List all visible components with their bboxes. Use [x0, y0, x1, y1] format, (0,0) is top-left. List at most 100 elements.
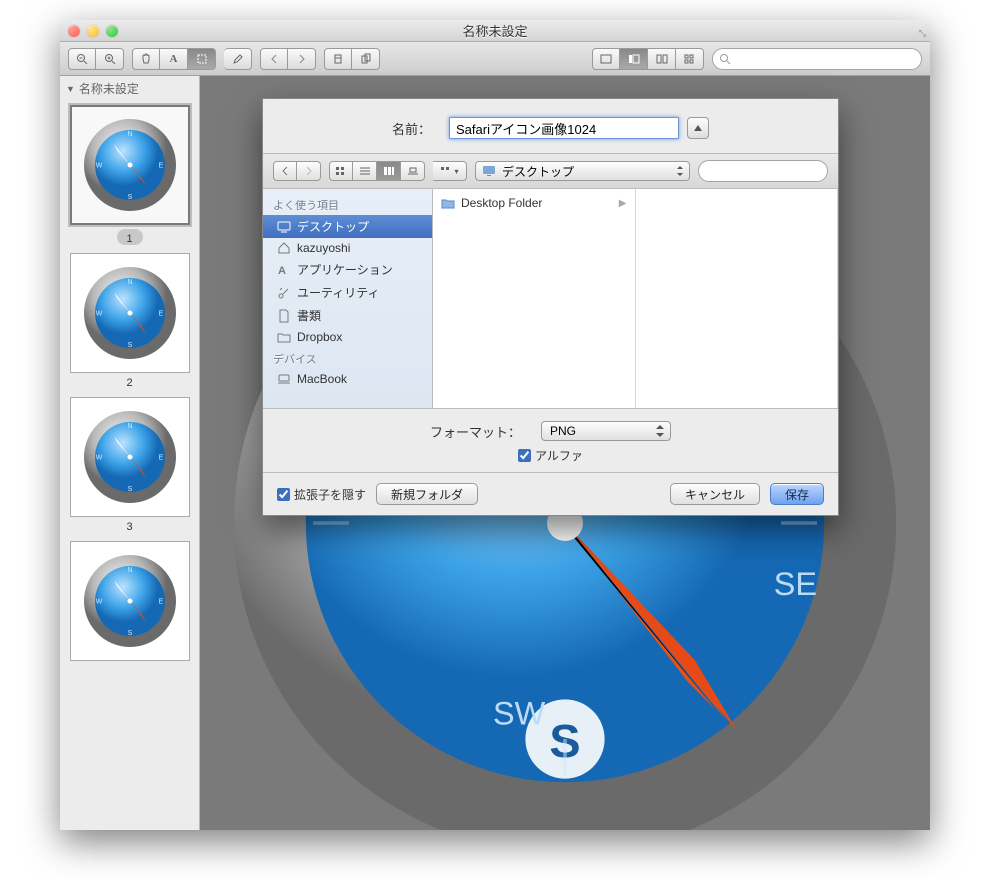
svg-text:N: N [127, 279, 132, 286]
svg-text:N: N [127, 423, 132, 430]
favorite-label: ユーティリティ [297, 284, 380, 301]
file-item[interactable]: Desktop Folder ▶ [433, 193, 635, 213]
svg-text:SE: SE [774, 566, 817, 602]
devices-header: デバイス [263, 347, 432, 369]
file-browser: よく使う項目 デスクトップkazuyoshi A アプリケーションユーティリティ書類… [263, 189, 838, 409]
favorite-label: アプリケーション [297, 261, 393, 278]
favorite-item[interactable]: デスクトップ [263, 215, 432, 238]
hide-extension-row[interactable]: 拡張子を隠す [277, 486, 366, 503]
svg-text:E: E [158, 311, 163, 318]
svg-text:E: E [158, 163, 163, 170]
triangle-up-icon [693, 124, 703, 132]
zoom-in-button[interactable] [96, 48, 124, 70]
favorite-item[interactable]: 書類 [263, 304, 432, 327]
format-value: PNG [550, 424, 576, 438]
sidebar-header[interactable]: ▼ 名称未設定 [60, 76, 199, 101]
search-icon [719, 53, 731, 65]
alpha-checkbox[interactable] [518, 449, 531, 462]
svg-text:N: N [127, 131, 132, 138]
hand-tool-button[interactable] [132, 48, 160, 70]
home-page-button[interactable] [324, 48, 352, 70]
text-tool-button[interactable]: A [160, 48, 188, 70]
cancel-button[interactable]: キャンセル [670, 483, 760, 505]
svg-text:S: S [127, 194, 132, 201]
thumbnail-label: 3 [70, 517, 190, 533]
favorite-item[interactable]: Dropbox [263, 327, 432, 347]
resize-handle-icon[interactable]: ⤡ [919, 28, 926, 39]
button-row: 拡張子を隠す 新規フォルダ キャンセル 保存 [263, 472, 838, 515]
expand-collapse-button[interactable] [687, 117, 709, 139]
new-folder-button[interactable]: 新規フォルダ [376, 483, 478, 505]
sidebar-title: 名称未設定 [79, 80, 139, 97]
zoom-out-button[interactable] [68, 48, 96, 70]
svg-text:W: W [95, 311, 102, 318]
device-item[interactable]: MacBook [263, 369, 432, 389]
titlebar: 名称未設定 ⤡ [60, 20, 930, 42]
view-mode-2[interactable] [620, 48, 648, 70]
view-mode-4[interactable] [676, 48, 704, 70]
path-popup[interactable]: デスクトップ [475, 161, 690, 181]
desktop-icon [482, 164, 496, 178]
svg-text:W: W [95, 599, 102, 606]
prev-button[interactable] [260, 48, 288, 70]
back-button[interactable] [273, 161, 297, 181]
next-button[interactable] [288, 48, 316, 70]
alpha-checkbox-row[interactable]: アルファ [518, 447, 583, 464]
format-popup[interactable]: PNG [541, 421, 671, 441]
util-icon [277, 286, 291, 300]
select-tool-button[interactable] [188, 48, 216, 70]
thumbnail-4[interactable]: N S W E [70, 541, 190, 665]
sidebar-column: よく使う項目 デスクトップkazuyoshi A アプリケーションユーティリティ書類… [263, 189, 433, 408]
edit-button[interactable] [224, 48, 252, 70]
favorite-label: 書類 [297, 307, 321, 324]
favorite-item[interactable]: A アプリケーション [263, 258, 432, 281]
svg-text:SW: SW [493, 696, 546, 732]
filename-input[interactable] [449, 117, 679, 139]
path-label: デスクトップ [502, 163, 574, 180]
format-section: フォーマット： PNG アルファ [263, 409, 838, 472]
favorites-header: よく使う項目 [263, 193, 432, 215]
svg-text:W: W [95, 455, 102, 462]
sheet-search-input[interactable] [709, 165, 832, 177]
save-button[interactable]: 保存 [770, 483, 824, 505]
thumbnail-label: 2 [70, 373, 190, 389]
device-label: MacBook [297, 372, 347, 386]
favorite-item[interactable]: ユーティリティ [263, 281, 432, 304]
view-icon-button[interactable] [329, 161, 353, 181]
view-column-button[interactable] [377, 161, 401, 181]
view-coverflow-button[interactable] [401, 161, 425, 181]
thumbnail-label [70, 661, 190, 665]
toolbar-search[interactable] [712, 48, 922, 70]
arrange-button[interactable]: ▾ [433, 161, 467, 181]
thumbnail-1[interactable]: N S W E 1 [70, 105, 190, 245]
thumbnail-2[interactable]: N S W E 2 [70, 253, 190, 389]
svg-text:S: S [127, 342, 132, 349]
svg-text:S: S [127, 486, 132, 493]
view-list-button[interactable] [353, 161, 377, 181]
file-column-1[interactable]: Desktop Folder ▶ [433, 189, 636, 408]
chevron-right-icon: ▶ [619, 198, 627, 209]
hide-extension-checkbox[interactable] [277, 488, 290, 501]
toolbar-search-input[interactable] [735, 53, 915, 65]
home-icon [277, 241, 291, 255]
disclosure-triangle-icon[interactable]: ▼ [66, 84, 75, 94]
svg-text:S: S [127, 630, 132, 637]
svg-text:A: A [278, 265, 286, 277]
format-label: フォーマット： [430, 422, 521, 441]
sheet-search[interactable] [698, 160, 828, 182]
folder-icon [277, 330, 291, 344]
file-column-2[interactable] [636, 189, 839, 408]
view-mode-3[interactable] [648, 48, 676, 70]
forward-button[interactable] [297, 161, 321, 181]
favorite-item[interactable]: kazuyoshi [263, 238, 432, 258]
favorite-label: Dropbox [297, 330, 342, 344]
thumbnail-sidebar: ▼ 名称未設定 N S W E 1 N S W E [60, 76, 200, 830]
thumbnail-3[interactable]: N S W E 3 [70, 397, 190, 533]
file-label: Desktop Folder [461, 196, 542, 210]
apps-icon: A [277, 263, 291, 277]
thumbnail-label: 1 [117, 229, 143, 245]
view-mode-1[interactable] [592, 48, 620, 70]
hide-extension-label: 拡張子を隠す [294, 486, 366, 503]
svg-text:W: W [95, 163, 102, 170]
pages-button[interactable] [352, 48, 380, 70]
